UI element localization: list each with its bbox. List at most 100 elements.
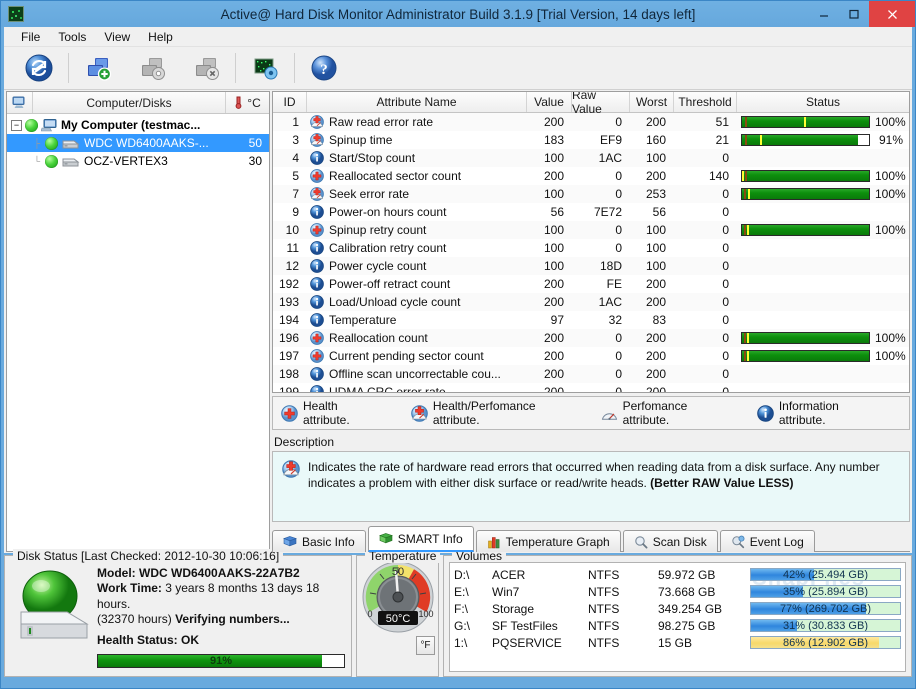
table-row[interactable]: 3 Spinup time 183 EF9 160 21 91% bbox=[273, 131, 909, 149]
remove-disk-button[interactable] bbox=[179, 48, 233, 88]
column-header-worst[interactable]: Worst bbox=[630, 92, 674, 112]
cell-id: 12 bbox=[285, 259, 299, 273]
column-header-raw-value[interactable]: Raw Value bbox=[572, 92, 630, 116]
disk-model-label: Model: bbox=[97, 566, 136, 580]
table-row[interactable]: 11 Calibration retry count 100 0 100 0 bbox=[273, 239, 909, 257]
table-row[interactable]: 199 UDMA CRC error rate 200 0 200 0 bbox=[273, 383, 909, 392]
volume-row[interactable]: F:\ Storage NTFS 349.254 GB 77% (269.702 GB) bbox=[454, 600, 901, 617]
disk-status-title: Disk Status [Last Checked: 2012-10-30 10… bbox=[13, 549, 284, 563]
status-progress-fill bbox=[742, 171, 869, 181]
cell-threshold: 21 bbox=[715, 133, 729, 147]
tree-node-ocz-disk[interactable]: └ OCZ-VERTEX3 30 bbox=[7, 152, 269, 170]
tree-node-my-computer[interactable]: − My Computer (testmac... bbox=[7, 116, 269, 134]
table-row[interactable]: 4 Start/Stop count 100 1AC 100 0 bbox=[273, 149, 909, 167]
menu-tools[interactable]: Tools bbox=[49, 28, 95, 46]
status-progress-bar bbox=[741, 332, 870, 344]
worst-marker bbox=[747, 225, 750, 235]
maximize-button[interactable] bbox=[839, 1, 869, 27]
column-header-id[interactable]: ID bbox=[273, 92, 307, 112]
status-led-green bbox=[25, 118, 38, 132]
volume-letter: F:\ bbox=[454, 601, 468, 616]
column-header-name[interactable]: Attribute Name bbox=[307, 92, 527, 112]
table-row[interactable]: 197 Current pending sector count 200 0 200 0 1… bbox=[273, 347, 909, 365]
tree-node-label: My Computer (testmac... bbox=[61, 118, 201, 132]
table-row[interactable]: 196 Reallocation count 200 0 200 0 100% bbox=[273, 329, 909, 347]
tree-header-label[interactable]: Computer/Disks bbox=[33, 96, 225, 110]
threshold-marker bbox=[745, 135, 747, 145]
table-row[interactable]: 10 Spinup retry count 100 0 100 0 100% bbox=[273, 221, 909, 239]
volume-row[interactable]: D:\ ACER NTFS 59.972 GB 42% (25.494 GB) bbox=[454, 566, 901, 583]
cell-worst: 200 bbox=[645, 385, 666, 392]
volume-size: 73.668 GB bbox=[658, 584, 716, 599]
cell-worst: 100 bbox=[645, 151, 666, 165]
close-button[interactable] bbox=[869, 1, 915, 27]
health-performance-icon bbox=[310, 115, 324, 129]
collapse-expander[interactable]: − bbox=[11, 119, 22, 131]
cell-threshold: 0 bbox=[722, 367, 729, 381]
cell-attribute-name: Current pending sector count bbox=[307, 347, 527, 365]
volume-row[interactable]: E:\ Win7 NTFS 73.668 GB 35% (25.894 GB) bbox=[454, 583, 901, 600]
cell-attribute-name: Calibration retry count bbox=[307, 239, 527, 257]
status-cell: 100% bbox=[737, 187, 909, 201]
temperature-unit-toggle[interactable]: °C bbox=[225, 92, 269, 113]
refresh-button[interactable] bbox=[12, 48, 66, 88]
cell-worst: 200 bbox=[645, 295, 666, 309]
table-row[interactable]: 5 Reallocated sector count 200 0 200 140 100% bbox=[273, 167, 909, 185]
table-row[interactable]: 12 Power cycle count 100 18D 100 0 bbox=[273, 257, 909, 275]
table-row[interactable]: 193 Load/Unload cycle count 200 1AC 200 0 bbox=[273, 293, 909, 311]
information-icon bbox=[310, 313, 324, 327]
tab-temperature-graph[interactable]: Temperature Graph bbox=[475, 530, 621, 552]
volume-letter: G:\ bbox=[454, 618, 471, 633]
table-row[interactable]: 9 Power-on hours count 56 7E72 56 0 bbox=[273, 203, 909, 221]
tab-scan-disk[interactable]: Scan Disk bbox=[622, 530, 718, 552]
column-header-value[interactable]: Value bbox=[527, 92, 572, 112]
cell-threshold: 0 bbox=[722, 205, 729, 219]
tab-bar: Basic Info SMART Info Temperature Graph Sca… bbox=[272, 526, 910, 552]
configure-disk-button[interactable] bbox=[125, 48, 179, 88]
grid-rows: 1 Raw read error rate 200 0 200 51 100% 3 Spinup… bbox=[273, 113, 909, 392]
cell-id: 197 bbox=[278, 349, 299, 363]
cell-raw-value: 0 bbox=[615, 241, 622, 255]
cell-attribute-name: Power-on hours count bbox=[307, 203, 527, 221]
cell-value: 100 bbox=[543, 241, 564, 255]
minimize-button[interactable] bbox=[809, 1, 839, 27]
tab-label: Event Log bbox=[749, 534, 804, 549]
tree-connector: ├ bbox=[33, 138, 41, 148]
cell-raw-value: 0 bbox=[615, 349, 622, 363]
attribute-name-label: Load/Unload cycle count bbox=[329, 295, 461, 309]
legend-label: Information attribute. bbox=[778, 399, 839, 427]
status-progress-bar bbox=[741, 350, 870, 362]
information-icon bbox=[310, 277, 324, 291]
table-row[interactable]: 7 Seek error rate 100 0 253 0 100% bbox=[273, 185, 909, 203]
menu-view[interactable]: View bbox=[95, 28, 139, 46]
table-row[interactable]: 1 Raw read error rate 200 0 200 51 100% bbox=[273, 113, 909, 131]
column-header-threshold[interactable]: Threshold bbox=[674, 92, 737, 112]
help-button[interactable]: ? bbox=[297, 48, 351, 88]
information-icon bbox=[310, 295, 324, 309]
tab-smart-info[interactable]: SMART Info bbox=[367, 526, 474, 552]
cell-value: 56 bbox=[550, 205, 564, 219]
volume-row[interactable]: G:\ SF TestFiles NTFS 98.275 GB 31% (30.833 … bbox=[454, 617, 901, 634]
menu-file[interactable]: File bbox=[12, 28, 49, 46]
cell-value: 100 bbox=[543, 151, 564, 165]
tab-event-log[interactable]: Event Log bbox=[719, 530, 815, 552]
tree-node-wdc-disk[interactable]: ├ WDC WD6400AAKS-... 50 bbox=[7, 134, 269, 152]
description-text: Indicates the rate of hardware read erro… bbox=[308, 460, 880, 491]
cell-raw-value: 1AC bbox=[598, 151, 622, 165]
settings-button[interactable] bbox=[238, 48, 292, 88]
tab-basic-info[interactable]: Basic Info bbox=[272, 530, 366, 552]
table-row[interactable]: 198 Offline scan uncorrectable cou... 200 0… bbox=[273, 365, 909, 383]
table-row[interactable]: 192 Power-off retract count 200 FE 200 0 bbox=[273, 275, 909, 293]
health-performance-icon bbox=[411, 404, 428, 422]
cell-threshold: 0 bbox=[722, 313, 729, 327]
menu-help[interactable]: Help bbox=[139, 28, 182, 46]
disk-worktime-label: Work Time: bbox=[97, 581, 162, 596]
fahrenheit-toggle-button[interactable]: °F bbox=[416, 636, 435, 655]
volume-row[interactable]: 1:\ PQSERVICE NTFS 15 GB 86% (12.902 GB) bbox=[454, 634, 901, 651]
column-header-status[interactable]: Status bbox=[737, 92, 909, 112]
cell-worst: 253 bbox=[645, 187, 666, 201]
table-row[interactable]: 194 Temperature 97 32 83 0 bbox=[273, 311, 909, 329]
attribute-name-label: Temperature bbox=[329, 313, 397, 327]
volume-filesystem: NTFS bbox=[588, 635, 620, 650]
add-disk-button[interactable] bbox=[71, 48, 125, 88]
